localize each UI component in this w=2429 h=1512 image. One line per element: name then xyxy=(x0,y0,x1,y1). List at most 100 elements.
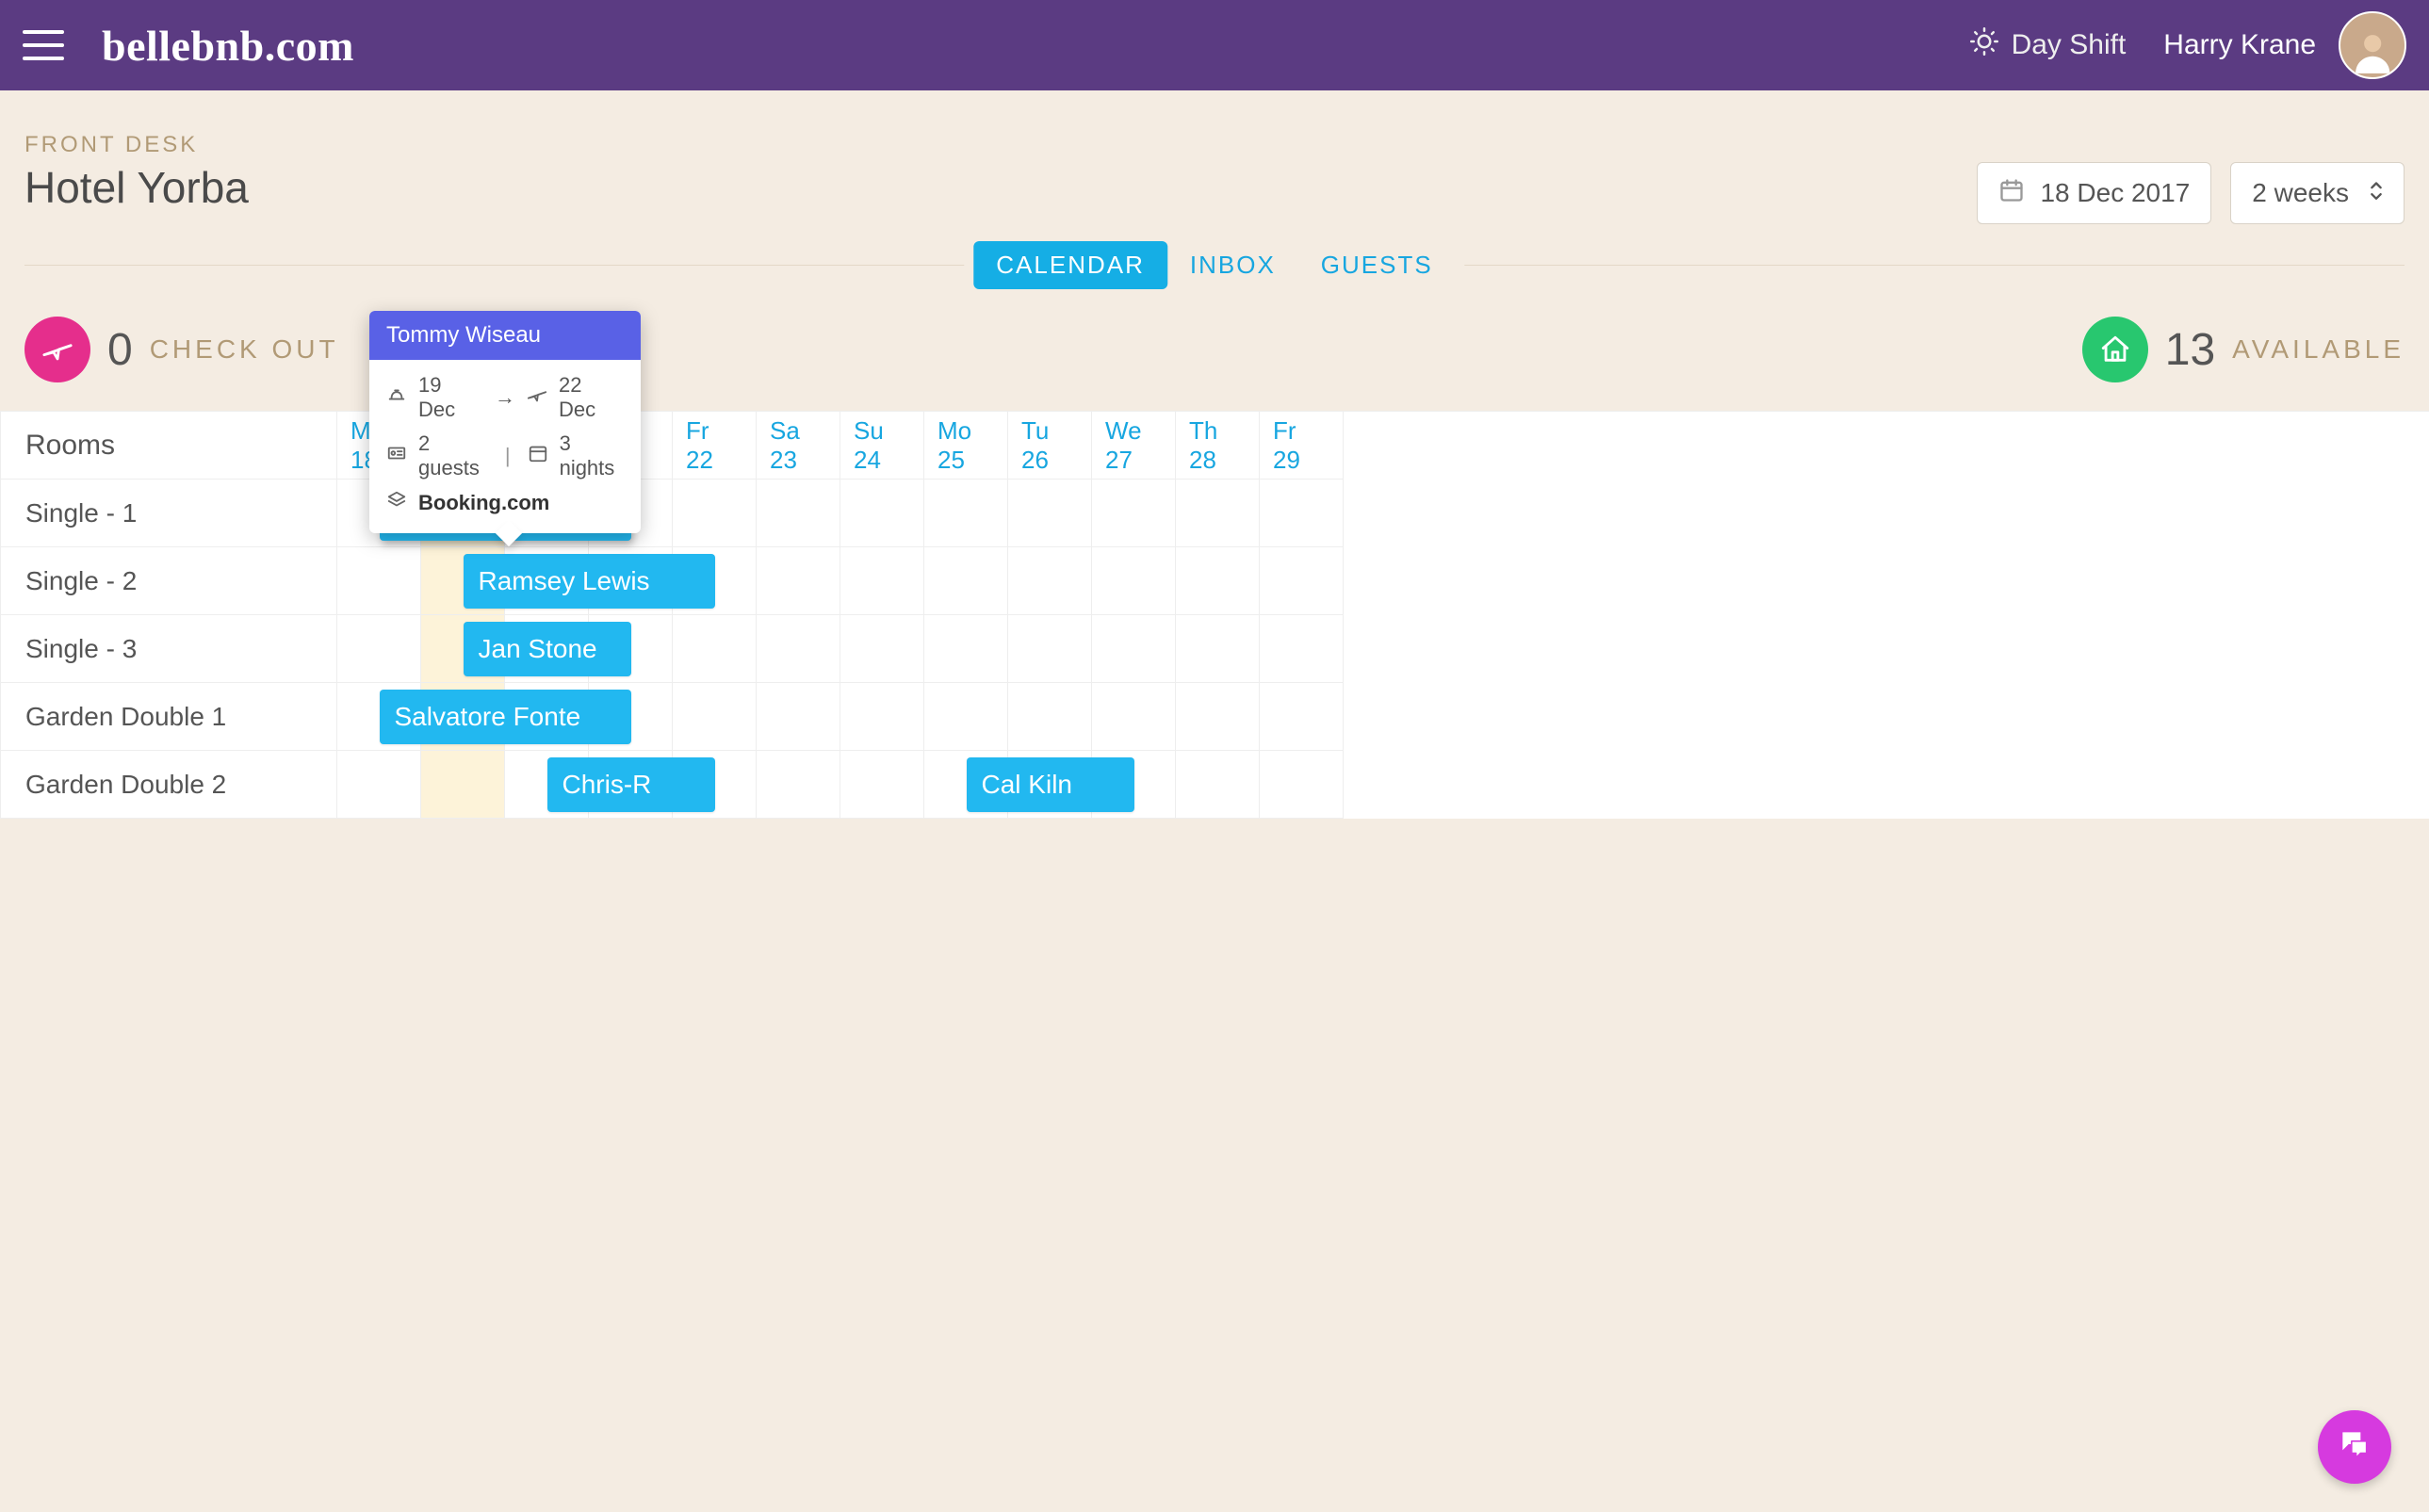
calendar-icon xyxy=(528,443,548,469)
calendar-cell[interactable] xyxy=(1176,683,1260,751)
day-header[interactable]: Su 24 xyxy=(840,412,924,480)
calendar-cell[interactable] xyxy=(757,615,840,683)
user-name[interactable]: Harry Krane xyxy=(2163,29,2316,61)
room-label[interactable]: Single - 3 xyxy=(0,615,337,683)
calendar-cell[interactable] xyxy=(1092,683,1176,751)
home-icon xyxy=(2082,317,2148,382)
chat-icon xyxy=(2337,1426,2372,1469)
shift-label: Day Shift xyxy=(2012,29,2127,61)
stat-available[interactable]: 13 AVAILABLE xyxy=(2082,317,2405,382)
sun-icon xyxy=(1970,27,1998,63)
room-label[interactable]: Garden Double 2 xyxy=(0,751,337,819)
calendar-cell[interactable] xyxy=(1260,547,1344,615)
bell-icon xyxy=(386,384,407,411)
page-title: Hotel Yorba xyxy=(24,162,249,213)
range-select[interactable]: 2 weeks xyxy=(2230,162,2405,224)
booking-block[interactable]: Cal Kiln xyxy=(967,757,1134,812)
tooltip-checkin: 19 Dec xyxy=(418,373,483,422)
tooltip-source: Booking.com xyxy=(418,491,549,515)
range-value: 2 weeks xyxy=(2252,178,2349,208)
calendar-cell[interactable] xyxy=(673,683,757,751)
tab-calendar[interactable]: CALENDAR xyxy=(973,241,1167,289)
stat-available-count: 13 xyxy=(2165,324,2215,376)
calendar-cell[interactable] xyxy=(673,480,757,547)
day-header[interactable]: Sa 23 xyxy=(757,412,840,480)
room-label[interactable]: Garden Double 1 xyxy=(0,683,337,751)
tab-inbox[interactable]: INBOX xyxy=(1167,241,1298,289)
calendar-cell[interactable] xyxy=(1176,751,1260,819)
menu-button[interactable] xyxy=(23,30,64,60)
calendar-cell[interactable] xyxy=(1176,480,1260,547)
calendar-cell[interactable] xyxy=(924,480,1008,547)
booking-tooltip: Tommy Wiseau 19 Dec → 22 Dec 2 guests | … xyxy=(369,311,641,533)
calendar-cell[interactable] xyxy=(337,547,421,615)
rooms-header: Rooms xyxy=(0,412,337,480)
stat-checkout-count: 0 xyxy=(107,324,133,376)
shift-toggle[interactable]: Day Shift xyxy=(1970,27,2127,63)
topbar: bellebnb.com Day Shift Harry Krane xyxy=(0,0,2429,90)
calendar-cell[interactable] xyxy=(1176,547,1260,615)
calendar-cell[interactable] xyxy=(337,615,421,683)
booking-block[interactable]: Chris-R xyxy=(547,757,715,812)
calendar-cell[interactable] xyxy=(840,480,924,547)
booking-block[interactable]: Jan Stone xyxy=(464,622,631,676)
calendar-cell[interactable] xyxy=(673,615,757,683)
calendar-cell[interactable] xyxy=(421,751,505,819)
calendar-cell[interactable] xyxy=(840,751,924,819)
tooltip-divider: | xyxy=(505,444,511,468)
calendar-icon xyxy=(1998,177,2025,210)
stat-checkout[interactable]: 0 CHECK OUT xyxy=(24,317,339,382)
calendar-cell[interactable] xyxy=(757,683,840,751)
calendar-cell[interactable] xyxy=(1260,751,1344,819)
calendar-cell[interactable] xyxy=(337,751,421,819)
tab-guests[interactable]: GUESTS xyxy=(1298,241,1456,289)
room-label[interactable]: Single - 2 xyxy=(0,547,337,615)
date-value: 18 Dec 2017 xyxy=(2040,178,2190,208)
page-header: FRONT DESK Hotel Yorba 18 Dec 2017 2 wee… xyxy=(0,90,2429,224)
day-header[interactable]: Th 28 xyxy=(1176,412,1260,480)
booking-block[interactable]: Ramsey Lewis xyxy=(464,554,715,609)
calendar-grid: RoomsMo 18Tu 19We 20Th 21Fr 22Sa 23Su 24… xyxy=(0,411,2429,819)
day-header[interactable]: Tu 26 xyxy=(1008,412,1092,480)
stats-row: 0 CHECK OUT 13 AVAILABLE xyxy=(0,288,2429,411)
calendar-cell[interactable] xyxy=(840,683,924,751)
calendar-cell[interactable] xyxy=(840,615,924,683)
calendar-cell[interactable] xyxy=(1260,480,1344,547)
booking-block[interactable]: Salvatore Fonte xyxy=(380,690,631,744)
calendar-cell[interactable] xyxy=(1008,547,1092,615)
calendar-cell[interactable] xyxy=(757,751,840,819)
calendar-cell[interactable] xyxy=(1176,615,1260,683)
date-picker[interactable]: 18 Dec 2017 xyxy=(1977,162,2211,224)
stat-checkout-label: CHECK OUT xyxy=(150,334,339,365)
calendar-cell[interactable] xyxy=(840,547,924,615)
tabs-row: CALENDARINBOXGUESTS xyxy=(0,241,2429,288)
day-header[interactable]: We 27 xyxy=(1092,412,1176,480)
calendar-cell[interactable] xyxy=(1260,683,1344,751)
calendar-cell[interactable] xyxy=(924,683,1008,751)
tooltip-guests: 2 guests xyxy=(418,431,488,480)
calendar-cell[interactable] xyxy=(757,547,840,615)
calendar-cell[interactable] xyxy=(1092,547,1176,615)
avatar[interactable] xyxy=(2339,11,2406,79)
room-label[interactable]: Single - 1 xyxy=(0,480,337,547)
day-header[interactable]: Fr 22 xyxy=(673,412,757,480)
day-header[interactable]: Mo 25 xyxy=(924,412,1008,480)
breadcrumb: FRONT DESK xyxy=(24,132,2405,158)
id-card-icon xyxy=(386,443,407,469)
tooltip-guest-name: Tommy Wiseau xyxy=(369,311,641,360)
calendar-cell[interactable] xyxy=(1008,683,1092,751)
calendar-cell[interactable] xyxy=(924,547,1008,615)
calendar-cell[interactable] xyxy=(1092,615,1176,683)
calendar-cell[interactable] xyxy=(1092,480,1176,547)
calendar-cell[interactable] xyxy=(924,615,1008,683)
calendar-cell[interactable] xyxy=(1260,615,1344,683)
tooltip-nights: 3 nights xyxy=(560,431,624,480)
chat-fab[interactable] xyxy=(2318,1410,2391,1484)
calendar-cell[interactable] xyxy=(1008,480,1092,547)
plane-icon xyxy=(527,384,547,411)
day-header[interactable]: Fr 29 xyxy=(1260,412,1344,480)
arrow-icon: → xyxy=(495,385,515,410)
calendar-cell[interactable] xyxy=(1008,615,1092,683)
sort-icon xyxy=(2364,178,2383,208)
calendar-cell[interactable] xyxy=(757,480,840,547)
